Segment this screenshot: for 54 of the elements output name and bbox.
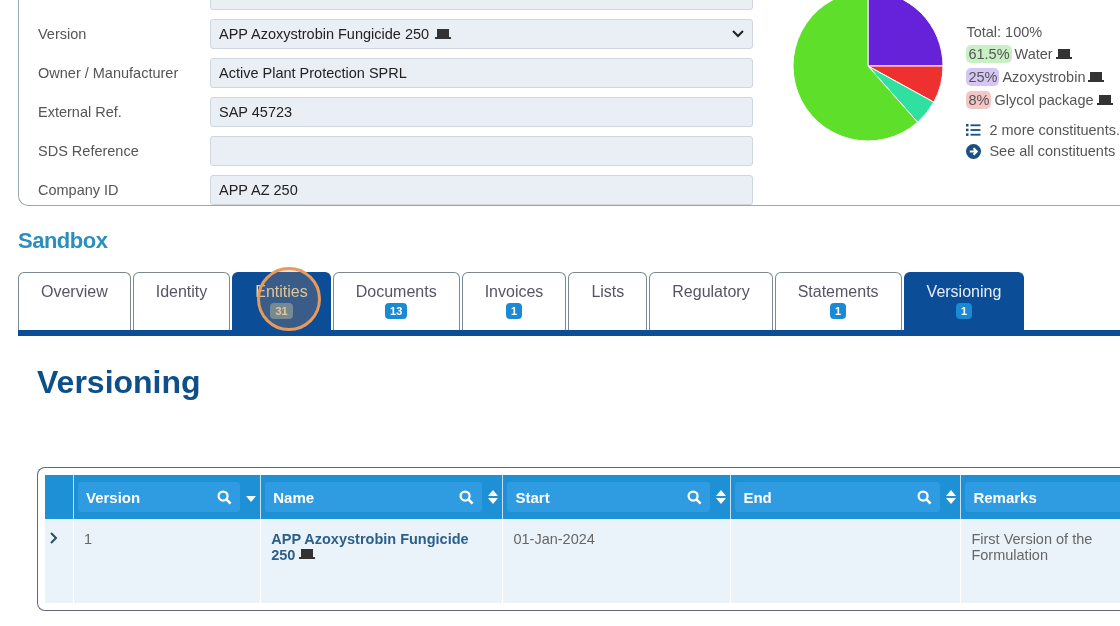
sort-icon[interactable] — [488, 490, 499, 504]
arrow-circle-icon — [966, 143, 982, 159]
table-cell: 01-Jan-2024 — [502, 519, 731, 603]
table-cell: First Version of the Formulation — [960, 519, 1120, 603]
laptop-icon — [435, 28, 452, 40]
tab[interactable]: Invoices 1 — [461, 272, 567, 330]
table-cell: 1 — [73, 519, 261, 603]
percentage-tag: 25% — [966, 68, 1000, 86]
field-label: SDS Reference — [38, 143, 140, 159]
version-select[interactable]: APP Azoxystrobin Fungicide 250 — [210, 19, 754, 49]
search-icon[interactable] — [687, 489, 703, 505]
count-badge: 31 — [270, 303, 293, 319]
field-label: Company ID — [38, 182, 120, 198]
search-icon[interactable] — [459, 489, 475, 505]
field-label: External Ref. — [38, 104, 123, 120]
laptop-icon — [1055, 48, 1072, 60]
percentage-tag: 8% — [966, 91, 992, 109]
text-field[interactable]: Active Plant Protection SPRL — [210, 58, 754, 88]
list-icon — [966, 124, 982, 136]
constituent-name: Azoxystrobin — [1002, 69, 1086, 85]
text-field[interactable] — [210, 136, 754, 166]
laptop-icon — [299, 548, 316, 560]
tab[interactable]: Regulatory — [649, 272, 773, 330]
laptop-icon — [1096, 94, 1113, 106]
tab[interactable]: Lists — [568, 272, 648, 330]
text-field[interactable]: SAP 45723 — [210, 97, 754, 127]
laptop-icon — [1088, 71, 1105, 83]
text-field[interactable]: APP AZ 250 — [210, 175, 754, 205]
tab[interactable]: Overview — [18, 272, 131, 330]
search-icon[interactable] — [217, 489, 233, 505]
tab[interactable]: Documents 13 — [332, 272, 460, 330]
constituent-name: Water — [1014, 46, 1053, 62]
sort-icon[interactable] — [946, 490, 957, 504]
more-constituents-text: 2 more constituents. — [989, 122, 1120, 138]
count-badge: 1 — [955, 303, 972, 319]
tab[interactable]: Statements 1 — [774, 272, 902, 330]
count-badge: 1 — [505, 303, 523, 319]
field-label: Version — [38, 26, 88, 42]
tab[interactable]: Versioning 1 — [903, 272, 1025, 330]
count-badge: 1 — [830, 303, 847, 319]
section-title: Sandbox — [18, 228, 109, 254]
field-label: Owner / Manufacturer — [38, 65, 180, 81]
chevron-right-icon — [49, 531, 59, 545]
count-badge: 13 — [385, 303, 408, 319]
page-title: Versioning — [37, 364, 202, 401]
expand-row-button[interactable] — [49, 531, 59, 545]
constituent-name: Glycol package — [994, 92, 1094, 108]
search-icon[interactable] — [917, 489, 933, 505]
total-text: Total: 100% — [966, 24, 1044, 40]
tab[interactable]: Identity — [132, 272, 231, 330]
percentage-tag: 61.5% — [966, 45, 1012, 63]
see-all-link[interactable]: See all constituents — [989, 143, 1116, 159]
sort-icon[interactable] — [716, 490, 727, 504]
chevron-down-icon — [732, 30, 745, 38]
